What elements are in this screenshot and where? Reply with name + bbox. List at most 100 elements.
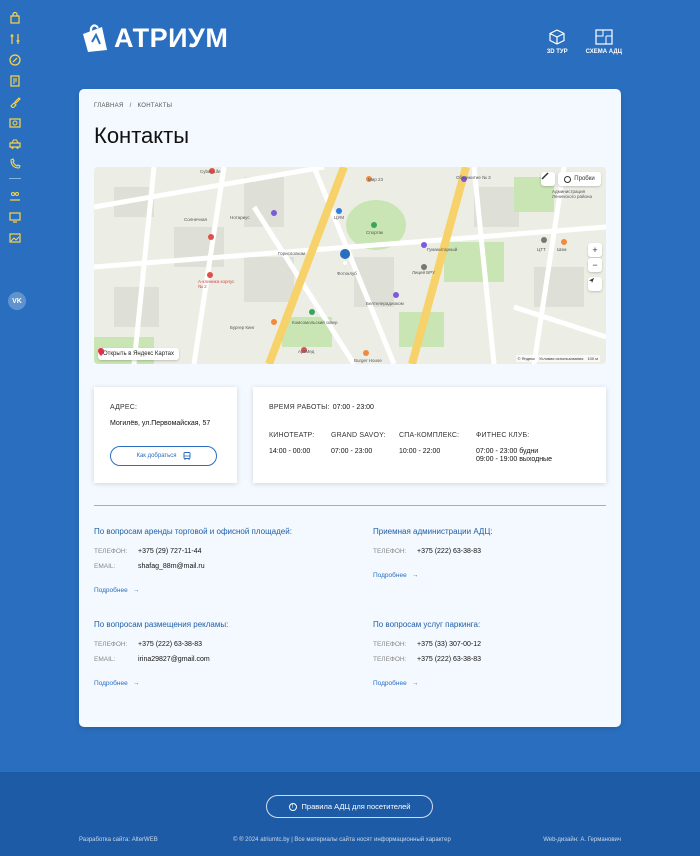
traffic-icon (564, 175, 572, 183)
copyright-text: © ® 2024 atriumtc.by | Все материалы сай… (233, 837, 451, 843)
contact-rent-phone[interactable]: +375 (29) 727-11-44 (138, 548, 202, 555)
brand-name: АТРИУМ (114, 22, 229, 53)
hours-spa: СПА-КОМПЛЕКС: 10:00 - 22:00 (399, 432, 459, 455)
traffic-button[interactable]: Пробки (558, 172, 601, 186)
breadcrumb-home[interactable]: ГЛАВНАЯ (94, 103, 124, 109)
fitness-hours-weekend: 09:00 - 19:00 выходные (476, 456, 552, 463)
3d-tour-label: 3D ТУР (546, 49, 568, 55)
zoom-in-button[interactable]: + (588, 243, 602, 257)
map-label-ctt: ЦТТ (537, 247, 546, 252)
map-label-komsomolsky: Комсомольский сквер (292, 320, 338, 325)
zoom-out-button[interactable]: − (588, 258, 602, 272)
visitor-rules-button[interactable]: ! Правила АДЦ для посетителей (266, 795, 433, 818)
page-title: Контакты (94, 123, 190, 148)
more-label: Подробнее (94, 587, 128, 594)
tools-icon[interactable] (9, 33, 21, 45)
phone-label: ТЕЛЕФОН: (373, 656, 407, 663)
map-canvas[interactable] (94, 167, 606, 364)
brand-logo[interactable]: АТРИУМ (80, 22, 228, 54)
visitor-rules-label: Правила АДЦ для посетителей (301, 802, 411, 811)
map-label-aclinic: А-клиника корпус № 2 (198, 279, 235, 289)
phone-label: ТЕЛЕФОН: (94, 641, 128, 648)
more-label: Подробнее (373, 572, 407, 579)
map-label-notary: Нотариус (230, 215, 250, 220)
route-button[interactable]: Как добраться (110, 446, 217, 466)
email-label: EMAIL: (94, 563, 116, 570)
document-icon[interactable] (9, 75, 21, 87)
contact-parking-phone1-row: ТЕЛЕФОН: +375 (33) 307-00-12 (373, 641, 481, 648)
map-label-burgerking: Бургер Кинг (230, 325, 255, 330)
section-divider (94, 505, 606, 506)
scheme-link[interactable]: СХЕМА АДЦ (586, 28, 622, 55)
contact-parking-phone-2[interactable]: +375 (222) 63-38-83 (417, 656, 481, 663)
more-label: Подробнее (373, 680, 407, 687)
contact-admin: Приемная администрации АДЦ: ТЕЛЕФОН: +37… (373, 527, 613, 607)
contact-admin-phone[interactable]: +375 (222) 63-38-83 (417, 548, 481, 555)
more-label: Подробнее (94, 680, 128, 687)
breadcrumb-separator: / (129, 103, 132, 109)
map-label-photoclub: Фотоклуб (337, 271, 357, 276)
fitness-title: ФИТНЕС КЛУБ: (476, 432, 530, 439)
developer-credit[interactable]: Разработка сайта: AlterWEB (79, 837, 158, 843)
spa-title: СПА-КОМПЛЕКС: (399, 432, 460, 439)
map-attribution: © Яндекс Условия использования 100 м (515, 355, 600, 362)
address-value: Могилёв, ул.Первомайская, 57 (110, 420, 211, 427)
contact-ads-email[interactable]: irina29827@gmail.com (138, 656, 210, 663)
map-label-administration: Администрация Ленинского района (552, 189, 593, 199)
map-label-artmed: АртМед (298, 349, 315, 354)
people-icon[interactable] (9, 190, 21, 202)
map-label-solnechnaya: Солнечная (184, 217, 207, 222)
map-pin-icon (98, 348, 104, 356)
vk-icon[interactable]: VK (8, 292, 26, 310)
open-in-yandex-button[interactable]: Открыть в Яндекс Картах (98, 348, 179, 360)
yandex-copyright[interactable]: © Яндекс (518, 356, 536, 361)
photo-icon[interactable] (9, 117, 21, 129)
page-footer: ! Правила АДЦ для посетителей Разработка… (0, 772, 700, 856)
contact-ads-phone-row: ТЕЛЕФОН: +375 (222) 63-38-83 (94, 641, 202, 648)
terms-link[interactable]: Условия использования (539, 356, 583, 361)
gallery-icon[interactable] (9, 232, 21, 244)
navigation-arrow-icon (588, 277, 595, 284)
contact-parking-phone-1[interactable]: +375 (33) 307-00-12 (417, 641, 481, 648)
map-label-beltele: Белтелерадиоком (366, 301, 404, 306)
map-label-spartak: Спортак (366, 230, 384, 235)
discount-icon[interactable] (9, 54, 21, 66)
hours-label: ВРЕМЯ РАБОТЫ: (269, 404, 330, 411)
yandex-map[interactable]: Cyber Life Мир 23 Общежитие № 3 Спортак … (94, 167, 606, 364)
working-hours: ВРЕМЯ РАБОТЫ: 07:00 - 23:00 (269, 404, 374, 411)
traffic-label: Пробки (574, 176, 595, 182)
route-button-label: Как добраться (136, 453, 177, 459)
contact-rent-email[interactable]: shafag_88m@mail.ru (138, 563, 205, 570)
locate-button[interactable] (588, 277, 602, 291)
hours-cinema: КИНОТЕАТР: 14:00 - 00:00 (269, 432, 314, 455)
address-box: АДРЕС: Могилёв, ул.Первомайская, 57 Как … (94, 387, 237, 483)
brush-icon[interactable] (9, 96, 21, 108)
phone-label: ТЕЛЕФОН: (373, 641, 407, 648)
contact-ads-phone[interactable]: +375 (222) 63-38-83 (138, 641, 202, 648)
shopping-bag-logo-icon (83, 24, 107, 52)
grand-savoy-hours: 07:00 - 23:00 (331, 448, 373, 455)
contact-ads-more-link[interactable]: Подробнее → (94, 680, 139, 687)
phone-icon[interactable] (9, 158, 21, 170)
3d-tour-link[interactable]: 3D ТУР (547, 28, 568, 55)
contact-admin-more-link[interactable]: Подробнее → (373, 572, 418, 579)
breadcrumb-current: КОНТАКТЫ (137, 103, 173, 109)
bag-icon[interactable] (9, 12, 21, 24)
contact-rent-more-link[interactable]: Подробнее → (94, 587, 139, 594)
monitor-icon[interactable] (9, 211, 21, 223)
contact-rent-title: По вопросам аренды торговой и офисной пл… (94, 527, 292, 536)
ruler-button[interactable] (541, 172, 555, 186)
info-icon: ! (288, 802, 297, 811)
grand-savoy-title: GRAND SAVOY: (331, 432, 386, 439)
contact-parking-more-link[interactable]: Подробнее → (373, 680, 418, 687)
contact-parking-phone2-row: ТЕЛЕФОН: +375 (222) 63-38-83 (373, 656, 481, 663)
map-label-gorispolkom: Горисполком (278, 251, 305, 256)
car-icon[interactable] (9, 138, 21, 150)
contact-rent: По вопросам аренды торговой и офисной пл… (94, 527, 334, 607)
floorplan-icon (595, 29, 613, 45)
address-label: АДРЕС: (110, 404, 138, 411)
hours-grand-savoy: GRAND SAVOY: 07:00 - 23:00 (331, 432, 386, 455)
content-card: ГЛАВНАЯ / КОНТАКТЫ Контакты Cyber Life М… (79, 89, 621, 727)
cinema-title: КИНОТЕАТР: (269, 432, 315, 439)
spa-hours: 10:00 - 22:00 (399, 448, 441, 455)
